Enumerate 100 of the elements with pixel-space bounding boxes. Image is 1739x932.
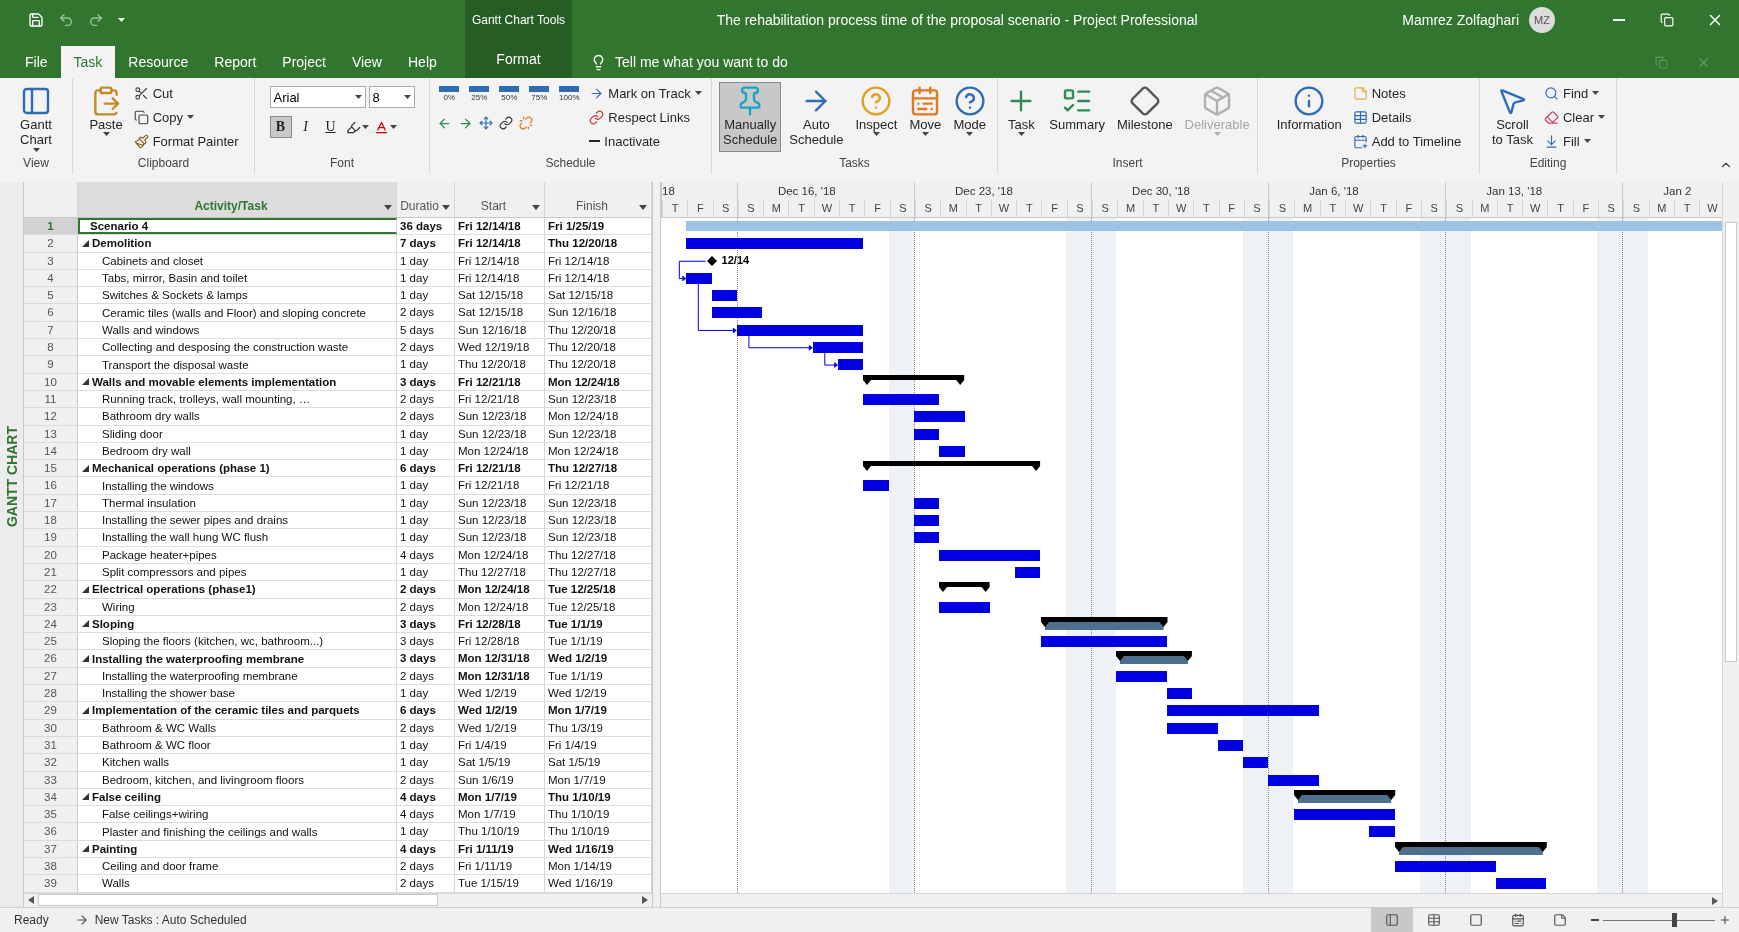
ribbon-button[interactable]: Auto Schedule xyxy=(785,82,848,152)
format-button[interactable]: I xyxy=(294,116,317,138)
collapse-triangle-icon[interactable] xyxy=(82,239,89,247)
filter-caret-icon xyxy=(532,205,540,210)
ribbon-button[interactable]: Inactivate xyxy=(586,130,705,152)
view-shortcut-button[interactable] xyxy=(1371,908,1413,932)
scroll-left-icon[interactable] xyxy=(28,896,34,905)
duration-cell: 4 days xyxy=(397,840,455,857)
collapse-triangle-icon[interactable] xyxy=(82,585,89,593)
user-avatar[interactable]: MZ xyxy=(1529,7,1555,33)
row-number[interactable]: 16 xyxy=(24,477,78,494)
row-number[interactable]: 29 xyxy=(24,702,78,719)
row-number[interactable]: 26 xyxy=(24,650,78,667)
row-number[interactable]: 2 xyxy=(24,235,78,252)
format-button[interactable]: U xyxy=(319,116,342,138)
zoom-slider-thumb[interactable] xyxy=(1671,913,1677,927)
ribbon-button[interactable]: Move xyxy=(905,82,946,152)
task-name-cell: Ceiling and door frame xyxy=(78,858,397,875)
collapse-triangle-icon[interactable] xyxy=(82,378,89,386)
ribbon-button[interactable]: Cut xyxy=(130,82,242,104)
ribbon-button[interactable]: Summary xyxy=(1045,82,1109,152)
timescale-day-label: F xyxy=(1572,200,1599,217)
task-name-cell: Thermal insulation xyxy=(78,494,397,512)
row-number[interactable]: 28 xyxy=(24,685,78,702)
ribbon-button[interactable]: Task xyxy=(1001,82,1042,152)
row-number[interactable]: 39 xyxy=(24,875,78,892)
ribbon-button[interactable]: Clear xyxy=(1540,106,1608,128)
tell-me-field[interactable]: Tell me what you want to do xyxy=(572,46,788,78)
undo-icon[interactable] xyxy=(58,12,74,28)
row-number[interactable]: 5 xyxy=(24,287,78,304)
ribbon-button[interactable]: Add to Timeline xyxy=(1349,130,1465,152)
ribbon-button[interactable]: Inspect xyxy=(851,82,902,152)
timescale-week-label: 18 xyxy=(662,184,676,199)
scroll-right-icon[interactable] xyxy=(642,896,648,905)
percent-complete-button[interactable]: 50% xyxy=(496,86,523,102)
collapse-triangle-icon[interactable] xyxy=(82,793,89,801)
redo-icon[interactable] xyxy=(88,12,104,28)
ribbon-button[interactable]: Mark on Track xyxy=(586,82,705,104)
font-size-field[interactable]: 8 xyxy=(368,86,415,108)
row-number[interactable]: 19 xyxy=(24,529,78,546)
ribbon-button[interactable]: Fill xyxy=(1540,130,1608,152)
row-number[interactable]: 12 xyxy=(24,408,78,425)
ribbon-button[interactable]: Notes xyxy=(1349,82,1465,104)
duration-cell: 2 days xyxy=(397,339,455,356)
arrow-right-icon xyxy=(74,913,89,927)
percent-complete-button[interactable]: 0% xyxy=(436,86,463,102)
vertical-scrollbar[interactable] xyxy=(1722,182,1739,907)
ribbon-button[interactable]: Details xyxy=(1349,106,1465,128)
ribbon-tab[interactable]: Task xyxy=(60,46,116,78)
ribbon-button[interactable]: Paste xyxy=(85,82,127,152)
duration-cell: 1 day xyxy=(397,563,455,581)
ribbon-button[interactable]: Manually Schedule xyxy=(719,82,782,152)
row-number[interactable]: 22 xyxy=(24,581,78,598)
row-number[interactable]: 36 xyxy=(24,823,78,840)
new-tasks-mode[interactable]: New Tasks : Auto Scheduled xyxy=(74,913,247,927)
ribbon-button[interactable]: Information xyxy=(1272,82,1346,152)
ribbon-tab[interactable]: View xyxy=(338,46,395,78)
row-number[interactable]: 25 xyxy=(24,633,78,650)
percent-complete-button[interactable]: 75% xyxy=(526,86,553,102)
column-header[interactable]: Duratio xyxy=(397,182,455,217)
ribbon-button[interactable]: Copy xyxy=(130,106,242,128)
percent-complete-button[interactable]: 100% xyxy=(556,86,583,102)
ribbon-button[interactable]: Mode xyxy=(949,82,990,152)
row-number[interactable]: 8 xyxy=(24,339,78,356)
row-number[interactable]: 1 xyxy=(24,218,78,235)
ribbon-tab[interactable]: File xyxy=(12,46,61,78)
ribbon-button[interactable]: Respect Links xyxy=(586,106,705,128)
column-header[interactable]: Start xyxy=(455,182,545,217)
font-name-field[interactable]: Arial xyxy=(269,86,366,108)
ribbon-button[interactable]: Gantt Chart xyxy=(16,82,56,152)
format-button[interactable]: B xyxy=(269,116,292,138)
horizontal-scrollbar[interactable] xyxy=(661,893,1722,907)
row-number[interactable]: 18 xyxy=(24,512,78,529)
column-header[interactable]: Activity/Task xyxy=(78,182,397,217)
row-number[interactable]: 15 xyxy=(24,460,78,477)
ribbon-button[interactable]: Milestone xyxy=(1112,82,1177,152)
percent-complete-button[interactable]: 25% xyxy=(466,86,493,102)
ribbon-button[interactable]: Scroll to Task xyxy=(1488,82,1537,152)
scroll-right-icon[interactable] xyxy=(1712,896,1718,905)
row-number[interactable]: 6 xyxy=(24,304,78,321)
timescale-day-label: T xyxy=(1673,200,1700,217)
ribbon-tab[interactable]: Report xyxy=(201,46,270,78)
zoom-in-icon[interactable] xyxy=(1719,914,1731,926)
save-icon[interactable] xyxy=(28,12,44,28)
collapse-triangle-icon[interactable] xyxy=(82,845,89,853)
ribbon-button[interactable]: Find xyxy=(1540,82,1608,104)
ribbon-tab[interactable]: Project xyxy=(269,46,339,78)
ribbon-tab[interactable]: Resource xyxy=(115,46,202,78)
collapse-triangle-icon[interactable] xyxy=(82,706,89,714)
start-cell: Sun 12/16/18 xyxy=(455,321,545,339)
collapse-triangle-icon[interactable] xyxy=(82,655,89,663)
collapse-triangle-icon[interactable] xyxy=(82,464,89,472)
ribbon-button[interactable]: Format Painter xyxy=(130,130,242,152)
ribbon-tab[interactable]: Help xyxy=(395,46,450,78)
row-number[interactable]: 9 xyxy=(24,356,78,373)
row-number[interactable]: 32 xyxy=(24,754,78,771)
ribbon-tab[interactable]: Format xyxy=(465,40,572,78)
collapse-triangle-icon[interactable] xyxy=(82,620,89,628)
customize-icon[interactable] xyxy=(118,18,125,22)
row-number[interactable]: 35 xyxy=(24,806,78,823)
